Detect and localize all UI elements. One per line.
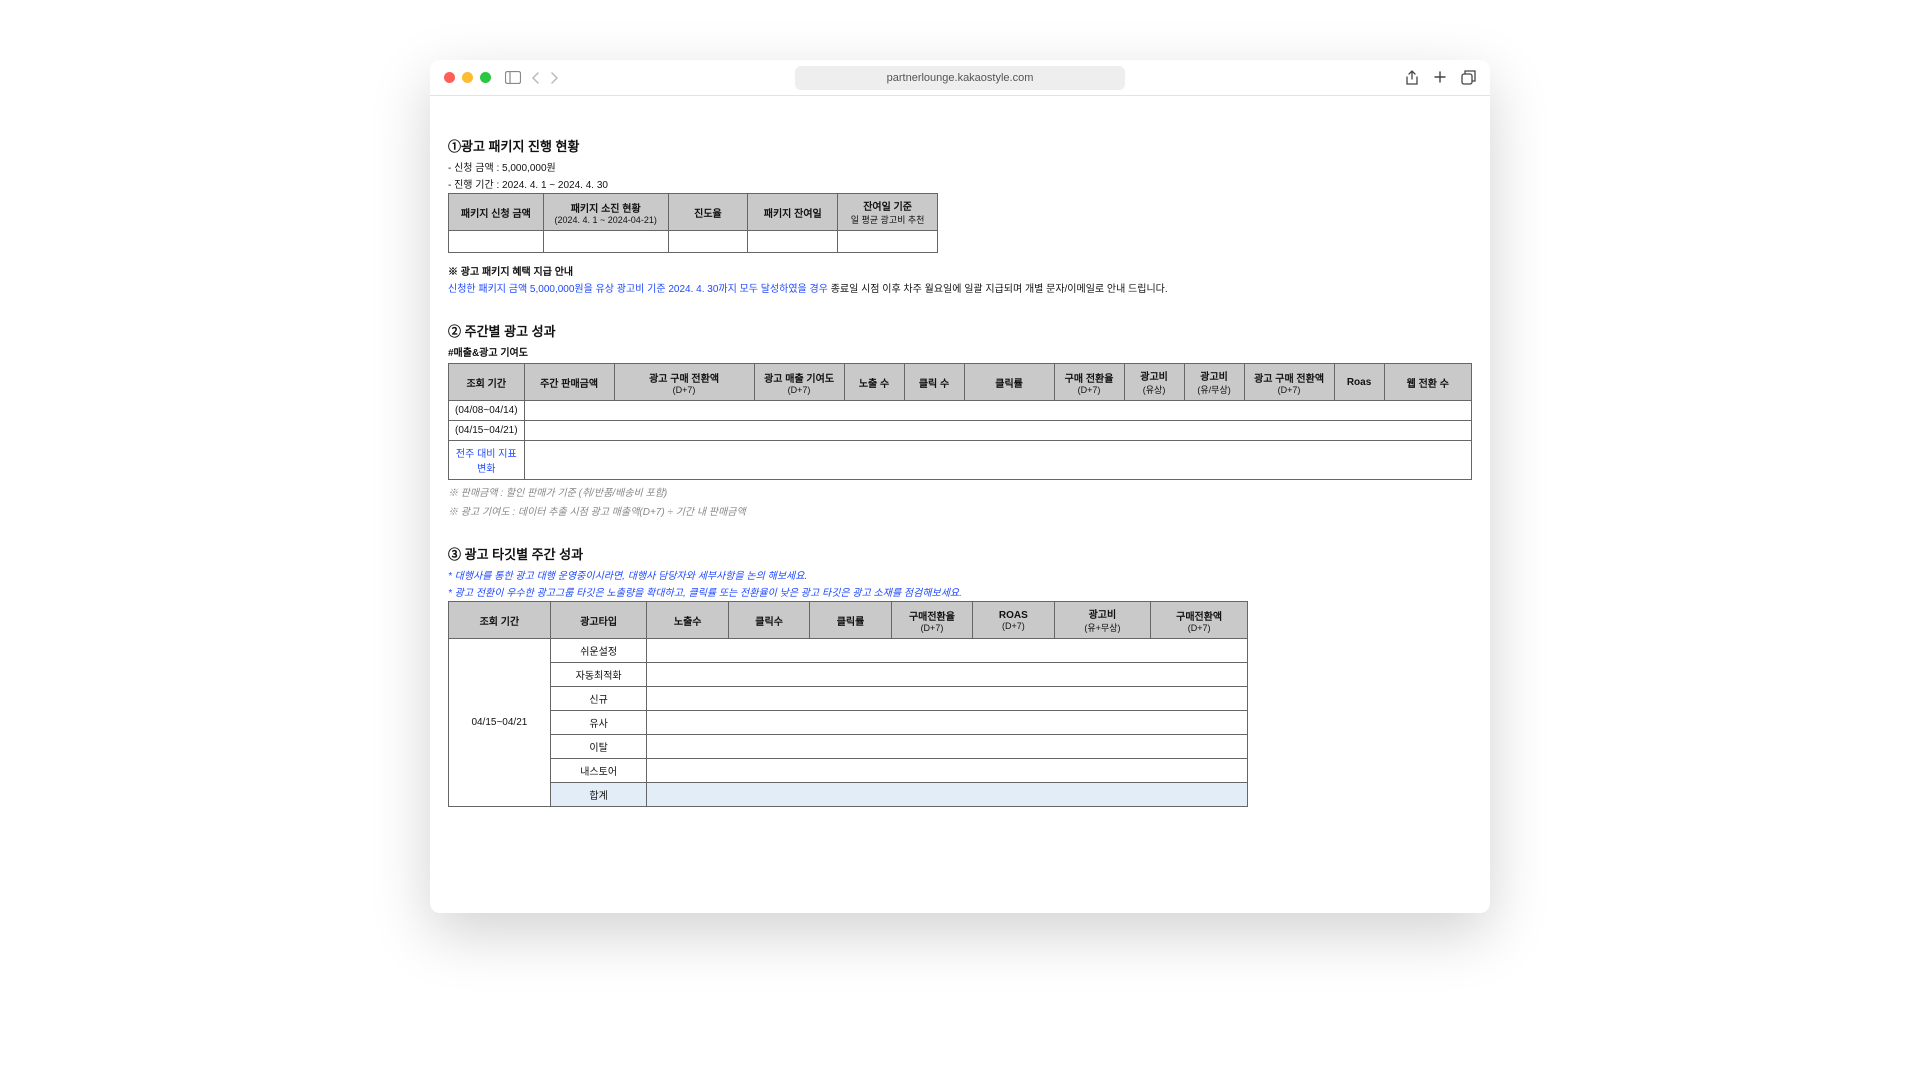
package-status-table: 패키지 신청 금액 패키지 소진 현황 (2024. 4. 1 ~ 2024-0… <box>448 193 938 253</box>
maximize-window-button[interactable] <box>480 72 491 83</box>
col-t3-cvr: 구매전환율(D+7) <box>891 602 972 639</box>
section3-title: ③ 광고 타깃별 주간 성과 <box>448 544 1472 563</box>
col-weekly-sales: 주간 판매금액 <box>524 364 614 401</box>
page-content: ①광고 패키지 진행 현황 - 신청 금액 : 5,000,000원 - 진행 … <box>430 96 1490 853</box>
table-row: 전주 대비 지표 변화 <box>449 441 1472 480</box>
close-window-button[interactable] <box>444 72 455 83</box>
col-conv-amount: 광고 구매 전환액(D+7) <box>614 364 754 401</box>
section2-title: ② 주간별 광고 성과 <box>448 321 1472 340</box>
col-daily-reco: 잔여일 기준 일 평균 광고비 추천 <box>838 194 938 231</box>
share-icon[interactable] <box>1405 70 1419 86</box>
sidebar-toggle-icon[interactable] <box>505 71 521 84</box>
col-period: 조회 기간 <box>449 364 525 401</box>
section1-title: ①광고 패키지 진행 현황 <box>448 136 1472 155</box>
section1-line2: - 진행 기간 : 2024. 4. 1 ~ 2024. 4. 30 <box>448 176 1472 191</box>
table-row: 내스토어 <box>449 759 1248 783</box>
benefit-notice-body: 신청한 패키지 금액 5,000,000원을 유상 광고비 기준 2024. 4… <box>448 280 1472 295</box>
col-roas: Roas <box>1334 364 1384 401</box>
col-adcost-paid: 광고비(유상) <box>1124 364 1184 401</box>
table-row: 유사 <box>449 711 1248 735</box>
col-t3-roas: ROAS(D+7) <box>973 602 1054 639</box>
window-controls <box>444 72 491 83</box>
back-button[interactable] <box>531 72 540 84</box>
table-row: 이탈 <box>449 735 1248 759</box>
note-agency: * 대행사를 통한 광고 대행 운영중이시라면, 대행사 담당자와 세부사항을 … <box>448 567 1472 582</box>
titlebar: partnerlounge.kakaostyle.com <box>430 60 1490 96</box>
table-row: (04/15~04/21) <box>449 421 1472 441</box>
col-t3-adcost: 광고비(유+무상) <box>1054 602 1151 639</box>
tabs-overview-icon[interactable] <box>1461 70 1476 86</box>
minimize-window-button[interactable] <box>462 72 473 83</box>
col-t3-clicks: 클릭수 <box>728 602 809 639</box>
note-optimize: * 광고 전환이 우수한 광고그룹 타깃은 노출량을 확대하고, 클릭률 또는 … <box>448 584 1472 599</box>
footnote-contribution: ※ 광고 기여도 : 데이터 추출 시점 광고 매출액(D+7) ÷ 기간 내 … <box>448 503 1472 518</box>
section-weekly-performance: ② 주간별 광고 성과 #매출&광고 기여도 조회 기간 주간 판매금액 광고 … <box>448 321 1472 518</box>
col-contribution: 광고 매출 기여도(D+7) <box>754 364 844 401</box>
benefit-notice-title: ※ 광고 패키지 혜택 지급 안내 <box>448 263 1472 278</box>
col-remaining-days: 패키지 잔여일 <box>748 194 838 231</box>
col-clicks: 클릭 수 <box>904 364 964 401</box>
table-row-total: 합계 <box>449 783 1248 807</box>
section2-subtitle: #매출&광고 기여도 <box>448 344 1472 359</box>
col-web-conv: 웹 전환 수 <box>1384 364 1471 401</box>
section-target-performance: ③ 광고 타깃별 주간 성과 * 대행사를 통한 광고 대행 운영중이시라면, … <box>448 544 1472 807</box>
table-row: 자동최적화 <box>449 663 1248 687</box>
section-package-status: ①광고 패키지 진행 현황 - 신청 금액 : 5,000,000원 - 진행 … <box>448 136 1472 295</box>
col-t3-adtype: 광고타입 <box>550 602 647 639</box>
url-text: partnerlounge.kakaostyle.com <box>887 72 1034 84</box>
col-adcost-all: 광고비(유/무상) <box>1184 364 1244 401</box>
section3-notes: * 대행사를 통한 광고 대행 운영중이시라면, 대행사 담당자와 세부사항을 … <box>448 567 1472 599</box>
forward-button[interactable] <box>550 72 559 84</box>
section1-line1: - 신청 금액 : 5,000,000원 <box>448 159 1472 174</box>
col-t3-ctr: 클릭률 <box>810 602 891 639</box>
col-t3-imp: 노출수 <box>647 602 728 639</box>
nav-arrows <box>531 72 559 84</box>
col-conv-amount-2: 광고 구매 전환액(D+7) <box>1244 364 1334 401</box>
col-t3-period: 조회 기간 <box>449 602 551 639</box>
table-row <box>449 231 938 253</box>
browser-window: partnerlounge.kakaostyle.com ①광고 패키지 진행 … <box>430 60 1490 913</box>
col-impressions: 노출 수 <box>844 364 904 401</box>
col-progress: 진도율 <box>668 194 748 231</box>
target-performance-table: 조회 기간 광고타입 노출수 클릭수 클릭률 구매전환율(D+7) ROAS(D… <box>448 601 1248 807</box>
col-cvr: 구매 전환율(D+7) <box>1054 364 1124 401</box>
col-package-spend: 패키지 소진 현황 (2024. 4. 1 ~ 2024-04-21) <box>543 194 668 231</box>
col-t3-convamt: 구매전환액(D+7) <box>1151 602 1248 639</box>
toolbar-right <box>1405 70 1476 86</box>
footnote-sales: ※ 판매금액 : 할인 판매가 기준 (취/반품/배송비 포함) <box>448 484 1472 499</box>
url-bar[interactable]: partnerlounge.kakaostyle.com <box>795 66 1125 90</box>
table-row: 신규 <box>449 687 1248 711</box>
col-ctr: 클릭률 <box>964 364 1054 401</box>
new-tab-icon[interactable] <box>1433 70 1447 86</box>
weekly-performance-table: 조회 기간 주간 판매금액 광고 구매 전환액(D+7) 광고 매출 기여도(D… <box>448 363 1472 480</box>
table-row: (04/08~04/14) <box>449 401 1472 421</box>
table-row: 04/15~04/21쉬운설정 <box>449 639 1248 663</box>
col-package-amount: 패키지 신청 금액 <box>449 194 544 231</box>
